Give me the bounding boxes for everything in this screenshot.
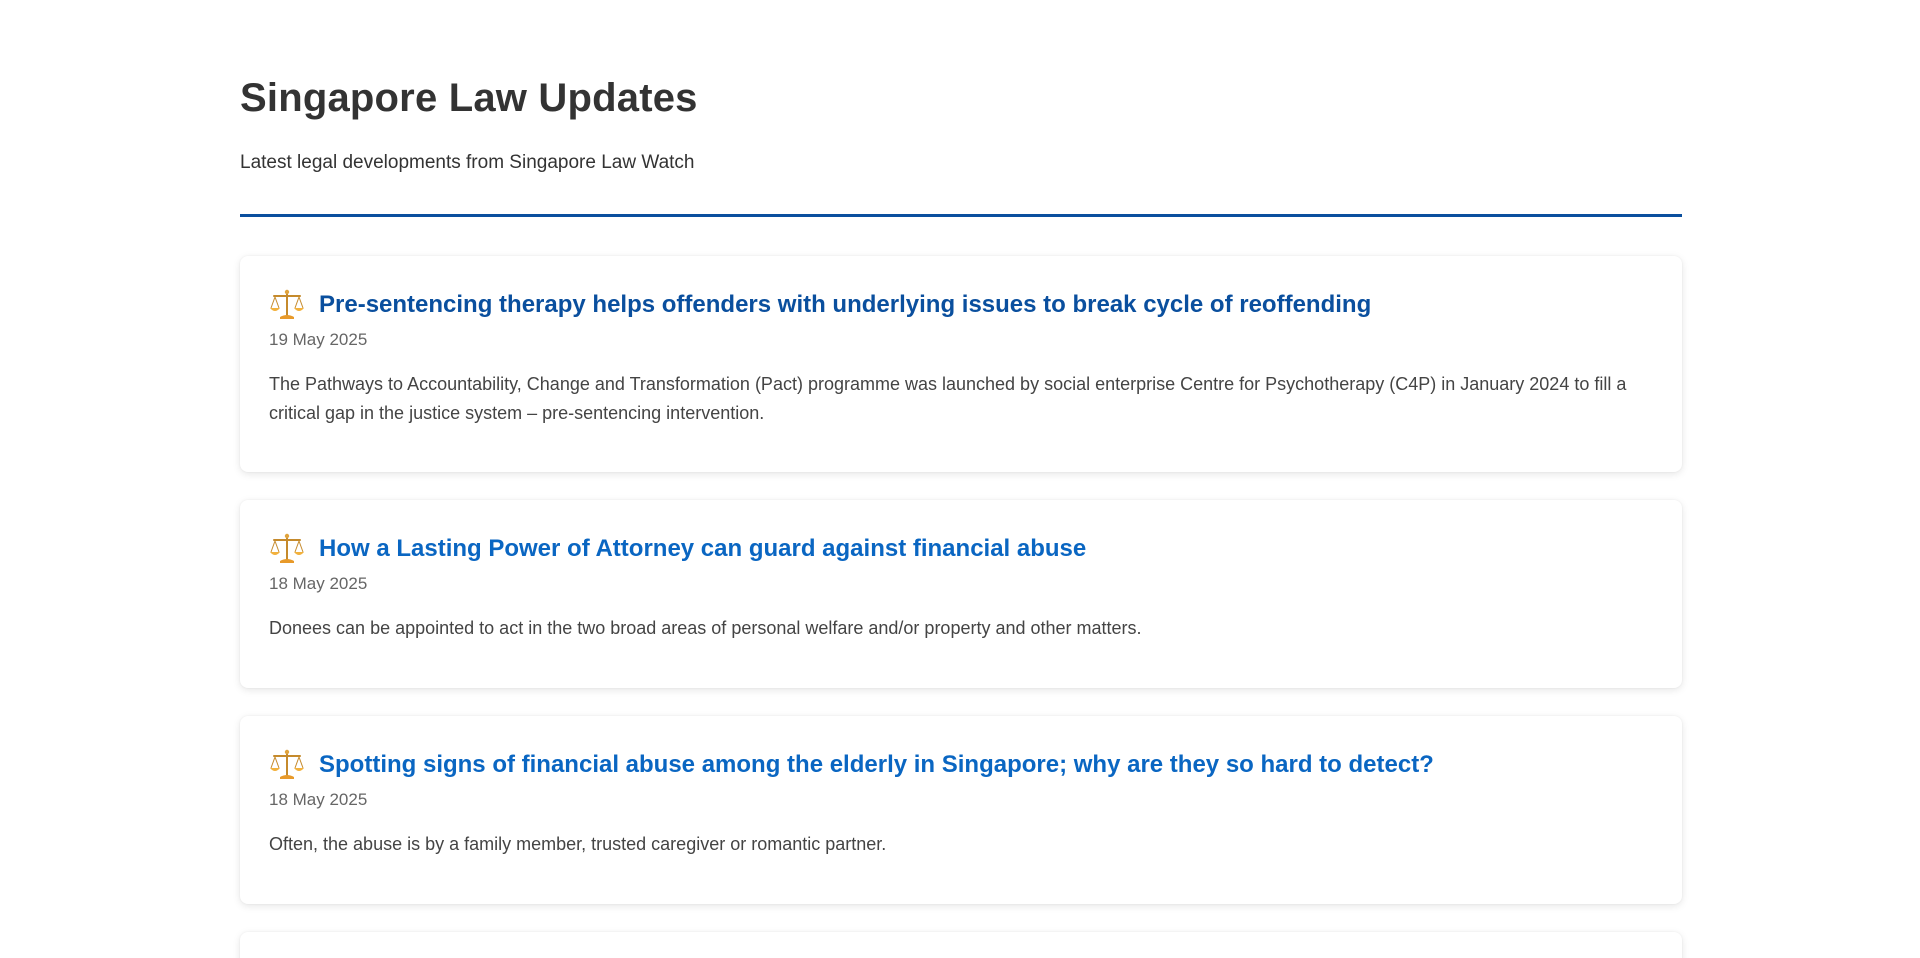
article-title-row: How a Lasting Power of Attorney can guar…: [269, 532, 1653, 566]
article-card: Pre-sentencing therapy helps offenders w…: [240, 256, 1682, 472]
article-card: [240, 932, 1682, 958]
scales-icon: [270, 749, 304, 779]
article-date: 18 May 2025: [269, 574, 368, 593]
article-title-link[interactable]: Spotting signs of financial abuse among …: [319, 751, 1434, 779]
article-title-row: Spotting signs of financial abuse among …: [269, 748, 1653, 782]
article-title-link[interactable]: How a Lasting Power of Attorney can guar…: [319, 535, 1086, 563]
article-summary: Donees can be appointed to act in the tw…: [269, 618, 1142, 638]
article-summary: The Pathways to Accountability, Change a…: [269, 374, 1627, 423]
article-date: 19 May 2025: [269, 330, 368, 349]
header-divider: [240, 214, 1682, 217]
article-card: How a Lasting Power of Attorney can guar…: [240, 500, 1682, 688]
scales-icon: [270, 289, 304, 319]
scales-icon: [270, 533, 304, 563]
article-title-link[interactable]: Pre-sentencing therapy helps offenders w…: [319, 291, 1371, 319]
page-subtitle: Latest legal developments from Singapore…: [240, 152, 695, 173]
page-title: Singapore Law Updates: [240, 76, 698, 120]
page: Singapore Law Updates Latest legal devel…: [0, 0, 1920, 958]
article-title-row: Pre-sentencing therapy helps offenders w…: [269, 288, 1653, 322]
article-card: Spotting signs of financial abuse among …: [240, 716, 1682, 904]
article-date: 18 May 2025: [269, 790, 368, 809]
article-summary: Often, the abuse is by a family member, …: [269, 834, 887, 854]
